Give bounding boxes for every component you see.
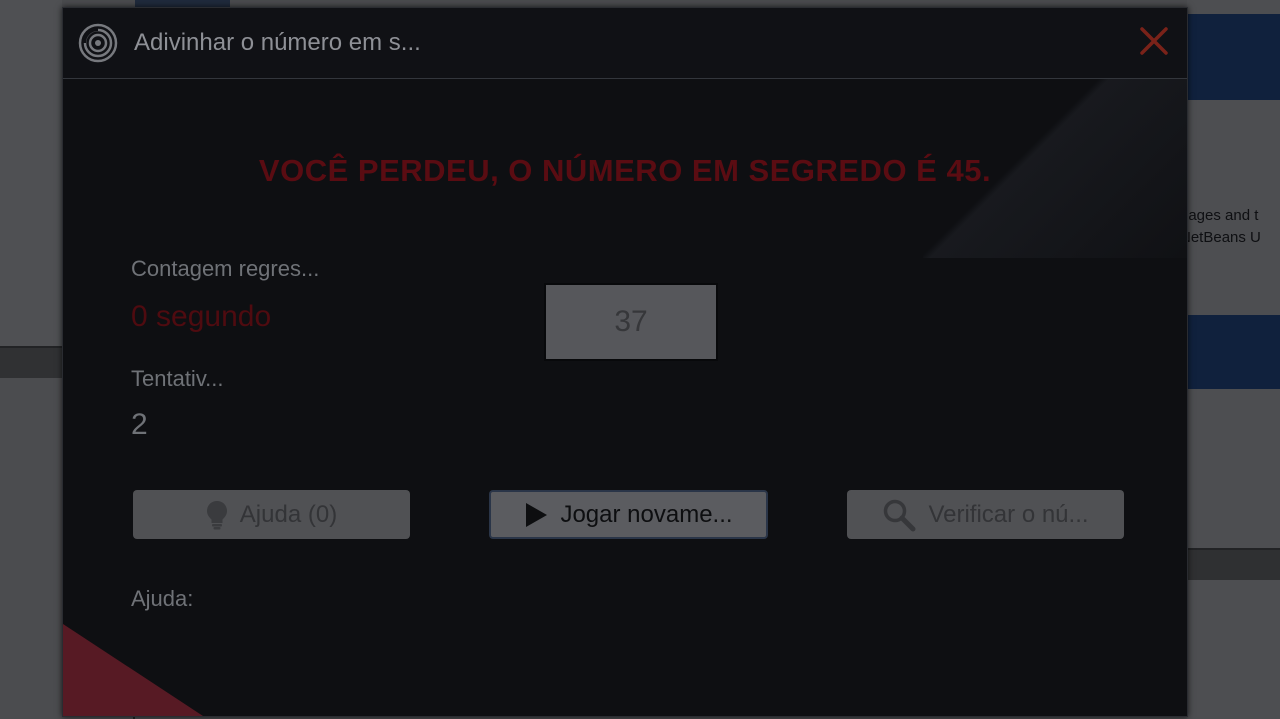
verify-number-button[interactable]: Verificar o nú... [847,490,1124,539]
play-again-button[interactable]: Jogar novame... [489,490,768,539]
verify-button-label: Verificar o nú... [928,500,1089,528]
dialog-corner-decoration [63,624,203,716]
background-text-line: NetBeans U [1180,229,1261,246]
game-dialog: Adivinhar o número em s... VOCÊ PERDEU, … [62,7,1188,717]
lightbulb-icon [206,500,228,530]
search-icon [882,498,916,532]
app-logo-icon [78,23,118,63]
close-icon[interactable] [1137,24,1171,58]
background-text-line: uages and t [1180,207,1259,224]
dialog-title: Adivinhar o número em s... [134,29,421,56]
help-label: Ajuda: [131,586,194,611]
countdown-label: Contagem regres... [131,256,320,281]
attempts-label: Tentativ... [131,366,224,391]
background-right-text: uages and t NetBeans U [1180,205,1280,249]
background-right-banner-2 [1187,315,1280,389]
guess-number-input[interactable]: 37 [544,283,718,361]
play-icon [524,502,548,528]
result-message: VOCÊ PERDEU, O NÚMERO EM SEGREDO É 45. [258,153,992,188]
dialog-titlebar[interactable]: Adivinhar o número em s... [63,8,1187,79]
countdown-value: 0 segundo [131,300,272,333]
play-again-button-label: Jogar novame... [560,500,733,528]
background-left-toolbar [0,346,62,380]
background-left-content [0,378,62,719]
background-right-banner [1187,14,1280,100]
background-right-toolbar [1187,548,1280,580]
help-button[interactable]: Ajuda (0) [133,490,410,539]
attempts-value: 2 [131,408,148,441]
help-button-label: Ajuda (0) [239,500,338,528]
